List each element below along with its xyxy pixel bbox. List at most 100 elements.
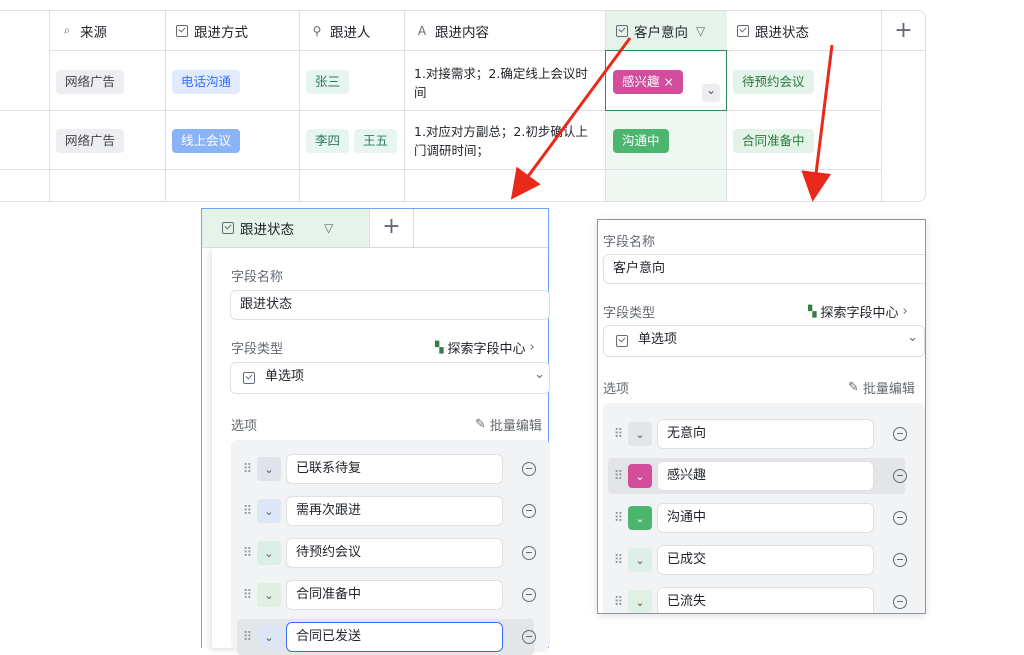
- drag-handle-icon[interactable]: ⠿: [608, 427, 628, 442]
- option-row[interactable]: ⠿ ⌄ 沟通中: [608, 503, 874, 533]
- filter-icon[interactable]: ▽: [696, 24, 705, 38]
- header-intent[interactable]: 客户意向 ▽: [606, 11, 727, 51]
- content-cell[interactable]: 1.对应对方副总；2.初步确认上门调研时间；: [414, 122, 600, 160]
- drag-handle-icon[interactable]: ⠿: [237, 504, 257, 519]
- batch-edit-button[interactable]: ✎ 批量编辑: [848, 378, 915, 397]
- header-method[interactable]: 跟进方式: [166, 11, 300, 51]
- header-content[interactable]: A 跟进内容: [405, 11, 606, 51]
- option-row[interactable]: ⠿ ⌄ 待预约会议: [237, 538, 503, 568]
- content-cell[interactable]: 1.对接需求；2.确定线上会议时间: [414, 64, 600, 102]
- header-person[interactable]: ⚲ 跟进人: [300, 11, 405, 51]
- drag-handle-icon[interactable]: ⠿: [608, 553, 628, 568]
- chevron-down-icon: ⌄: [534, 367, 545, 382]
- header-intent-label: 客户意向: [634, 24, 688, 41]
- checkbox-icon: [243, 372, 255, 384]
- remove-option-icon[interactable]: [893, 427, 907, 441]
- batch-edit-label: 批量编辑: [862, 382, 915, 397]
- option-color-swatch[interactable]: ⌄: [257, 625, 281, 649]
- option-color-swatch[interactable]: ⌄: [628, 548, 652, 572]
- intent-tag[interactable]: 感兴趣 ×: [613, 70, 683, 94]
- field-name-input[interactable]: 客户意向: [603, 254, 925, 284]
- intent-tag-label: 感兴趣: [622, 74, 660, 89]
- header-status[interactable]: 跟进状态 ▽: [202, 209, 370, 247]
- explore-field-center-link[interactable]: ▚ 探索字段中心 ›: [435, 338, 535, 357]
- chevron-right-icon: ›: [529, 340, 535, 355]
- drag-handle-icon[interactable]: ⠿: [237, 588, 257, 603]
- checkbox-icon: [222, 222, 234, 234]
- drag-handle-icon[interactable]: ⠿: [608, 469, 628, 484]
- drag-handle-icon[interactable]: ⠿: [237, 630, 257, 645]
- option-row[interactable]: ⠿ ⌄ 已成交: [608, 545, 874, 575]
- field-type-value: 单选项: [638, 332, 678, 347]
- drag-handle-icon[interactable]: ⠿: [608, 511, 628, 526]
- remove-option-icon[interactable]: [522, 504, 536, 518]
- option-name-input[interactable]: 感兴趣: [657, 461, 874, 491]
- header-person-label: 跟进人: [330, 24, 371, 41]
- option-color-swatch[interactable]: ⌄: [628, 506, 652, 530]
- drag-handle-icon[interactable]: ⠿: [608, 595, 628, 610]
- option-row[interactable]: ⠿ ⌄ 需再次跟进: [237, 496, 503, 526]
- option-row[interactable]: ⠿ ⌄ 已联系待复: [237, 454, 503, 484]
- row-divider: [0, 110, 882, 111]
- option-name-input[interactable]: 待预约会议: [286, 538, 503, 568]
- remove-option-icon[interactable]: [893, 511, 907, 525]
- remove-option-icon[interactable]: [893, 595, 907, 609]
- method-tag: 线上会议: [172, 129, 241, 153]
- header-status-label: 跟进状态: [755, 24, 809, 41]
- explore-label: 探索字段中心: [447, 342, 526, 357]
- options-label: 选项: [231, 419, 258, 434]
- header-content-label: 跟进内容: [435, 24, 489, 41]
- option-name-input[interactable]: 需再次跟进: [286, 496, 503, 526]
- option-row[interactable]: ⠿ ⌄ 合同准备中: [237, 580, 503, 610]
- filter-icon[interactable]: ▽: [324, 221, 333, 235]
- header-source-label: 来源: [80, 24, 107, 41]
- option-name-input[interactable]: 已流失: [657, 587, 874, 613]
- option-name-input[interactable]: 合同准备中: [286, 580, 503, 610]
- field-type-select[interactable]: 单选项 ⌄: [603, 325, 925, 357]
- option-color-swatch[interactable]: ⌄: [628, 464, 652, 488]
- person-tag: 王五: [354, 129, 398, 153]
- option-color-swatch[interactable]: ⌄: [628, 422, 652, 446]
- option-name-input[interactable]: 已成交: [657, 545, 874, 575]
- checkbox-icon: [616, 24, 628, 37]
- option-color-swatch[interactable]: ⌄: [257, 499, 281, 523]
- add-column-button[interactable]: +: [370, 209, 414, 247]
- chevron-down-icon[interactable]: ⌄: [702, 84, 720, 102]
- field-name-input[interactable]: 跟进状态: [230, 290, 550, 320]
- remove-option-icon[interactable]: [522, 462, 536, 476]
- remove-option-icon[interactable]: [893, 553, 907, 567]
- status-tag: 待预约会议: [733, 70, 814, 94]
- option-row[interactable]: ⠿ ⌄ 合同已发送: [237, 619, 534, 655]
- remove-option-icon[interactable]: [522, 630, 536, 644]
- option-name-input[interactable]: 无意向: [657, 419, 874, 449]
- option-row[interactable]: ⠿ ⌄ 无意向: [608, 419, 874, 449]
- status-tag: 合同准备中: [733, 129, 814, 153]
- field-name-label: 字段名称: [603, 235, 656, 250]
- row-index-column: [0, 11, 50, 201]
- explore-field-center-link[interactable]: ▚ 探索字段中心 ›: [808, 302, 908, 321]
- field-name-label: 字段名称: [231, 270, 284, 285]
- option-color-swatch[interactable]: ⌄: [257, 583, 281, 607]
- option-name-input[interactable]: 沟通中: [657, 503, 874, 533]
- header-status[interactable]: 跟进状态: [727, 11, 882, 51]
- chevron-right-icon: ›: [902, 304, 908, 319]
- remove-option-icon[interactable]: [522, 588, 536, 602]
- explore-label: 探索字段中心: [820, 306, 899, 321]
- option-row[interactable]: ⠿ ⌄ 已流失: [608, 587, 874, 613]
- option-name-input[interactable]: 已联系待复: [286, 454, 503, 484]
- drag-handle-icon[interactable]: ⠿: [237, 546, 257, 561]
- batch-edit-button[interactable]: ✎ 批量编辑: [475, 415, 542, 434]
- field-settings-popup-status: 跟进状态 ▽ + 字段名称 跟进状态 字段类型 ▚ 探索字段中心 › 单选项 ⌄…: [201, 208, 550, 655]
- pencil-icon: ✎: [475, 417, 486, 432]
- option-color-swatch[interactable]: ⌄: [257, 541, 281, 565]
- option-color-swatch[interactable]: ⌄: [257, 457, 281, 481]
- remove-option-icon[interactable]: [893, 469, 907, 483]
- option-color-swatch[interactable]: ⌄: [628, 590, 652, 613]
- field-type-select[interactable]: 单选项 ⌄: [230, 362, 550, 394]
- option-row[interactable]: ⠿ ⌄ 感兴趣: [608, 458, 905, 494]
- remove-icon[interactable]: ×: [664, 74, 674, 89]
- remove-option-icon[interactable]: [522, 546, 536, 560]
- add-column-button[interactable]: +: [882, 11, 925, 51]
- drag-handle-icon[interactable]: ⠿: [237, 462, 257, 477]
- header-source[interactable]: ⌕ 来源: [50, 11, 166, 51]
